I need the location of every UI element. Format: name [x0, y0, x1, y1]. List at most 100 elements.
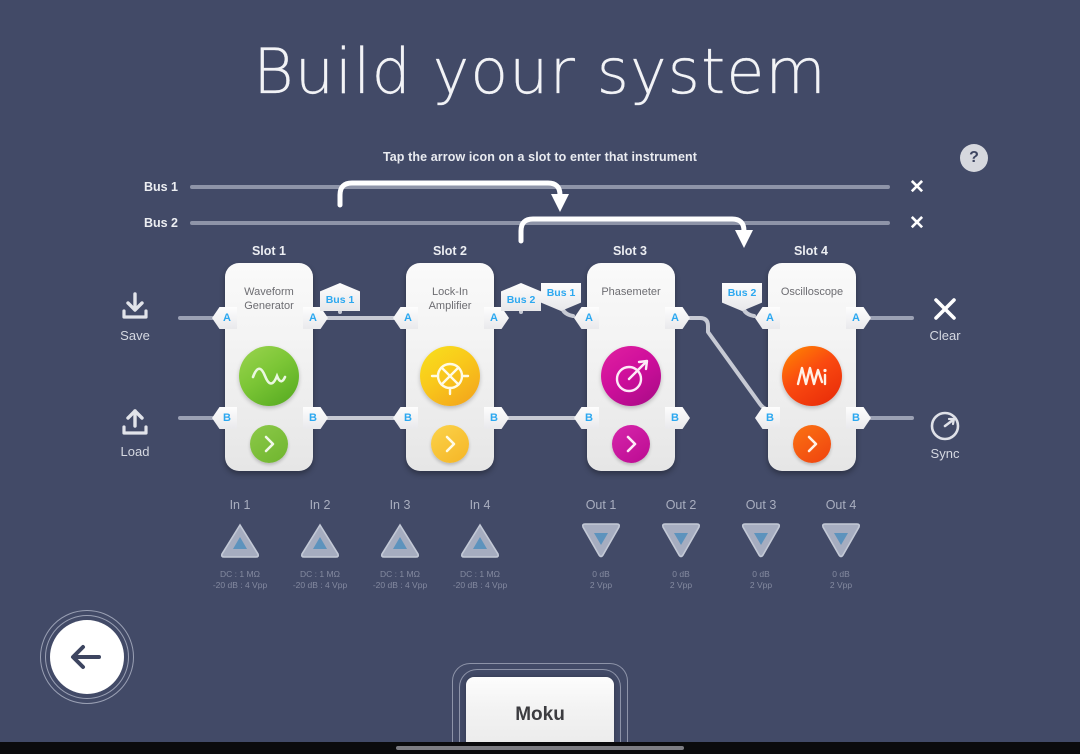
- output-2-triangle-icon: [635, 520, 727, 565]
- clear-x-icon: [900, 294, 990, 324]
- moku-device-name: Moku: [515, 704, 565, 725]
- slot-3-enter-button[interactable]: [612, 425, 650, 463]
- output-3-triangle-icon: [715, 520, 807, 565]
- clear-button[interactable]: Clear: [900, 294, 990, 343]
- slot-1-name-line1: Waveform: [244, 286, 294, 298]
- input-4-label: In 4: [469, 498, 491, 512]
- slot-1-input-a-port[interactable]: A: [212, 307, 237, 329]
- input-3-triangle-icon: [354, 520, 446, 565]
- oscilloscope-icon[interactable]: [782, 346, 842, 406]
- input-3-meta: DC : 1 MΩ -20 dB : 4 Vpp: [354, 569, 446, 591]
- home-indicator-bar: [0, 742, 1080, 754]
- bus-1-label: Bus 1: [143, 180, 178, 194]
- load-button[interactable]: Load: [90, 408, 180, 459]
- output-1-label: Out 1: [585, 498, 617, 512]
- slot-4-bus-tag[interactable]: Bus 2: [722, 283, 762, 311]
- slot-3-name-line1: Phasemeter: [601, 286, 661, 298]
- back-button[interactable]: [40, 610, 134, 704]
- signal-wires: [178, 298, 914, 420]
- slot-2-output-b-port[interactable]: B: [484, 407, 509, 429]
- input-2-triangle-icon: [274, 520, 366, 565]
- slot-3-output-b-port[interactable]: B: [665, 407, 690, 429]
- input-1-triangle-icon: [194, 520, 286, 565]
- bus-2-clear-button[interactable]: ✕: [906, 212, 928, 234]
- slot-4-enter-button[interactable]: [793, 425, 831, 463]
- slot-3-output-a-port[interactable]: A: [665, 307, 690, 329]
- slot-4-instrument-name: Oscilloscope: [768, 285, 856, 299]
- slot-1-output-b-port[interactable]: B: [303, 407, 328, 429]
- slot-2-card[interactable]: Lock-In Amplifier: [406, 263, 494, 471]
- input-1-meta-line1: DC : 1 MΩ: [220, 569, 260, 579]
- input-2-label: In 2: [309, 498, 331, 512]
- back-arrow-icon[interactable]: [50, 620, 124, 694]
- slot-4-input-b-port[interactable]: B: [755, 407, 780, 429]
- sync-button[interactable]: Sync: [900, 410, 990, 461]
- output-4-meta: 0 dB 2 Vpp: [795, 569, 887, 591]
- save-button[interactable]: Save: [90, 292, 180, 343]
- slot-3-input-a-port[interactable]: A: [574, 307, 599, 329]
- input-1-meta-line2: -20 dB : 4 Vpp: [212, 580, 268, 590]
- save-download-icon: [90, 292, 180, 324]
- input-4-meta-line2: -20 dB : 4 Vpp: [452, 580, 508, 590]
- moku-device[interactable]: Moku: [440, 663, 640, 754]
- slot-2-input-b-port[interactable]: B: [393, 407, 418, 429]
- slot-2-name-line2: Amplifier: [428, 300, 472, 312]
- input-4-meta-line1: DC : 1 MΩ: [460, 569, 500, 579]
- page-title: Build your system: [253, 35, 827, 108]
- slot-2-input-a-port[interactable]: A: [393, 307, 418, 329]
- output-1-triangle-icon: [555, 520, 647, 565]
- output-4-meta-line2: 2 Vpp: [829, 580, 853, 590]
- slot-4-label: Slot 4: [793, 244, 829, 258]
- bus-1-line[interactable]: [190, 185, 890, 189]
- slot-3-card[interactable]: Phasemeter: [587, 263, 675, 471]
- slot-1-enter-button[interactable]: [250, 425, 288, 463]
- slot-1-bus-tag[interactable]: Bus 1: [320, 283, 360, 311]
- slot-2-enter-button[interactable]: [431, 425, 469, 463]
- input-2-meta-line2: -20 dB : 4 Vpp: [292, 580, 348, 590]
- output-4-label: Out 4: [825, 498, 857, 512]
- slot-1-card[interactable]: Waveform Generator: [225, 263, 313, 471]
- output-3-meta-line1: 0 dB: [752, 569, 770, 579]
- help-icon[interactable]: ?: [960, 144, 988, 172]
- input-connector-3[interactable]: In 3 DC : 1 MΩ -20 dB : 4 Vpp: [354, 498, 446, 591]
- output-2-meta: 0 dB 2 Vpp: [635, 569, 727, 591]
- output-3-meta: 0 dB 2 Vpp: [715, 569, 807, 591]
- slot-1-name-line2: Generator: [244, 300, 294, 312]
- input-1-label: In 1: [229, 498, 251, 512]
- slot-3-bus-tag[interactable]: Bus 1: [541, 283, 581, 311]
- input-connector-1[interactable]: In 1 DC : 1 MΩ -20 dB : 4 Vpp: [194, 498, 286, 591]
- output-connector-4[interactable]: Out 4 0 dB 2 Vpp: [795, 498, 887, 591]
- output-3-label: Out 3: [745, 498, 777, 512]
- slot-2-label: Slot 2: [432, 244, 468, 258]
- input-2-meta-line1: DC : 1 MΩ: [300, 569, 340, 579]
- slot-4-name-line1: Oscilloscope: [780, 286, 844, 298]
- output-3-meta-line2: 2 Vpp: [749, 580, 773, 590]
- page-subtitle: Tap the arrow icon on a slot to enter th…: [382, 150, 698, 164]
- clear-label: Clear: [929, 328, 961, 343]
- slot-2-bus-tag[interactable]: Bus 2: [501, 283, 541, 311]
- slot-4-input-a-port[interactable]: A: [755, 307, 780, 329]
- output-1-meta-line2: 2 Vpp: [589, 580, 613, 590]
- slot-4-output-a-port[interactable]: A: [846, 307, 871, 329]
- output-connector-2[interactable]: Out 2 0 dB 2 Vpp: [635, 498, 727, 591]
- bus-1-clear-button[interactable]: ✕: [906, 176, 928, 198]
- output-connector-3[interactable]: Out 3 0 dB 2 Vpp: [715, 498, 807, 591]
- input-connector-2[interactable]: In 2 DC : 1 MΩ -20 dB : 4 Vpp: [274, 498, 366, 591]
- load-upload-icon: [90, 408, 180, 440]
- phasemeter-icon[interactable]: [601, 346, 661, 406]
- input-connector-4[interactable]: In 4 DC : 1 MΩ -20 dB : 4 Vpp: [434, 498, 526, 591]
- slot-4-output-b-port[interactable]: B: [846, 407, 871, 429]
- slot-3-instrument-name: Phasemeter: [587, 285, 675, 299]
- sine-wave-icon[interactable]: [239, 346, 299, 406]
- slot-4-card[interactable]: Oscilloscope: [768, 263, 856, 471]
- save-label: Save: [120, 328, 150, 343]
- input-4-meta: DC : 1 MΩ -20 dB : 4 Vpp: [434, 569, 526, 591]
- slot-1-input-b-port[interactable]: B: [212, 407, 237, 429]
- input-1-meta: DC : 1 MΩ -20 dB : 4 Vpp: [194, 569, 286, 591]
- bus-2-line[interactable]: [190, 221, 890, 225]
- output-connector-1[interactable]: Out 1 0 dB 2 Vpp: [555, 498, 647, 591]
- input-3-meta-line2: -20 dB : 4 Vpp: [372, 580, 428, 590]
- slot-3-input-b-port[interactable]: B: [574, 407, 599, 429]
- input-3-meta-line1: DC : 1 MΩ: [380, 569, 420, 579]
- mixer-icon[interactable]: [420, 346, 480, 406]
